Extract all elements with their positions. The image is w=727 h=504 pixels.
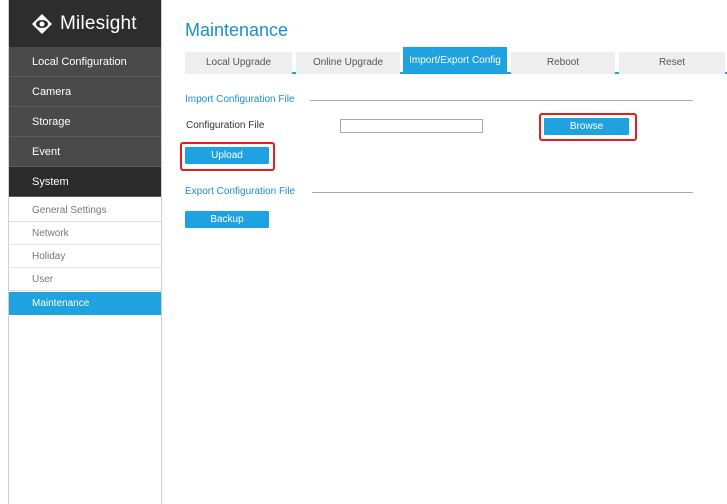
sidebar: Milesight Local Configuration Camera Sto… (8, 0, 162, 504)
import-section-divider (310, 100, 693, 101)
menu-event[interactable]: Event (9, 137, 161, 167)
tab-reset[interactable]: Reset (619, 52, 725, 74)
import-section-title: Import Configuration File (185, 94, 295, 105)
configuration-file-input[interactable] (340, 119, 483, 133)
export-section-title: Export Configuration File (185, 186, 296, 197)
sidebar-item-network[interactable]: Network (9, 222, 161, 245)
sidebar-item-user[interactable]: User (9, 268, 161, 291)
export-section-divider (312, 192, 693, 193)
logo-text: Milesight (60, 12, 137, 34)
backup-button[interactable]: Backup (185, 211, 269, 228)
sidebar-item-holiday[interactable]: Holiday (9, 245, 161, 268)
upload-button[interactable]: Upload (185, 147, 269, 164)
configuration-file-label: Configuration File (186, 120, 265, 131)
tab-import-export-config[interactable]: Import/Export Config (403, 47, 507, 74)
app-window: Milesight Local Configuration Camera Sto… (0, 0, 727, 504)
tab-reboot[interactable]: Reboot (511, 52, 615, 74)
menu-camera[interactable]: Camera (9, 77, 161, 107)
tab-local-upgrade[interactable]: Local Upgrade (185, 52, 292, 74)
sidebar-item-maintenance[interactable]: Maintenance (9, 292, 161, 315)
sidebar-item-general-settings[interactable]: General Settings (9, 199, 161, 222)
menu-storage[interactable]: Storage (9, 107, 161, 137)
eye-logo-icon (31, 13, 53, 35)
logo-bar: Milesight (9, 0, 161, 47)
page-title: Maintenance (185, 20, 289, 40)
menu-local-configuration[interactable]: Local Configuration (9, 47, 161, 77)
menu-system[interactable]: System (9, 167, 161, 197)
browse-button[interactable]: Browse (544, 118, 629, 135)
tab-online-upgrade[interactable]: Online Upgrade (296, 52, 400, 74)
tab-bar: Local Upgrade Online Upgrade Import/Expo… (185, 47, 727, 74)
